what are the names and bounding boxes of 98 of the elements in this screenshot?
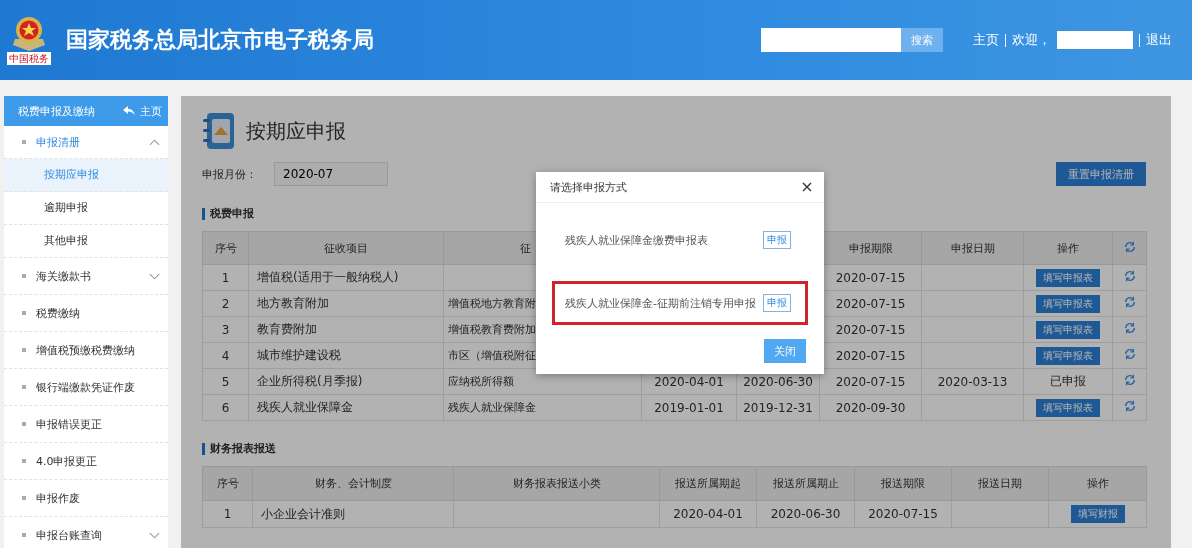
column-header: 操作 [1057, 241, 1079, 255]
home-link[interactable]: 主页 [123, 103, 162, 119]
table-cell: 4 [221, 348, 230, 363]
table-cell: 5 [221, 374, 230, 389]
table-cell: 2020-07-15 [835, 374, 906, 389]
declare-button[interactable]: 申报 [763, 231, 791, 249]
table-cell: 增值税(适用于一般纳税人) [257, 270, 399, 284]
notebook-icon [202, 111, 236, 151]
sidebar-item[interactable]: 银行端缴款凭证作废 [4, 369, 168, 406]
sidebar-item[interactable]: 海关缴款书 [4, 258, 168, 295]
table-cell: 2020-06-30 [770, 507, 841, 521]
table-cell: 2020-09-30 [835, 400, 906, 415]
refresh-icon[interactable] [1123, 270, 1136, 282]
table-cell: 2020-07-15 [835, 348, 906, 363]
table-cell: 小企业会计准则 [261, 506, 345, 521]
table-cell: 残疾人就业保障金 [448, 401, 536, 414]
chevron-down-icon [149, 531, 160, 539]
table-cell: 2020-07-15 [835, 270, 906, 285]
header-link[interactable]: 主页 [967, 31, 1005, 49]
table-cell: 增值税教育费附加 [448, 323, 536, 336]
fill-form-button[interactable]: 填写申报表 [1036, 398, 1100, 417]
option-label: 残疾人就业保障金-征期前注销专用申报 [565, 295, 756, 311]
column-header: 报送所属期起 [675, 477, 741, 490]
close-icon[interactable] [802, 182, 812, 192]
refresh-icon[interactable] [1123, 348, 1136, 360]
reset-button[interactable]: 重置申报清册 [1056, 162, 1146, 186]
column-header: 征 [520, 241, 531, 255]
refresh-icon[interactable] [1123, 322, 1136, 334]
search-button[interactable]: 搜索 [901, 28, 943, 52]
page-title: 按期应申报 [246, 117, 346, 145]
table-cell: 应纳税所得额 [448, 375, 514, 388]
table-cell: 2020-03-13 [937, 374, 1008, 389]
table-cell: 1 [221, 270, 230, 285]
table-cell: 2019-12-31 [743, 400, 813, 415]
table-cell: 2 [221, 296, 230, 311]
table-cell: 2020-04-01 [673, 507, 743, 521]
chevron-up-icon [149, 138, 160, 146]
column-header: 序号 [216, 477, 239, 490]
table-cell: 1 [223, 507, 232, 521]
table-cell: 残疾人就业保障金 [257, 400, 353, 414]
column-header: 财务、会计制度 [314, 477, 392, 490]
fill-report-button[interactable]: 填写财报 [1070, 505, 1125, 523]
site-title: 国家税务总局北京市电子税务局 [66, 26, 374, 54]
declare-button[interactable]: 申报 [763, 294, 791, 312]
month-field[interactable]: 2020-07 [274, 162, 388, 186]
chevron-down-icon [149, 272, 160, 280]
header-link[interactable]: 退出 [1140, 31, 1178, 49]
column-header: 财务报表报送小类 [512, 477, 601, 490]
header-link[interactable]: 欢迎， [1006, 31, 1057, 49]
refresh-icon[interactable] [1123, 240, 1136, 253]
status-text: 已申报 [1050, 374, 1086, 388]
column-header: 序号 [214, 241, 237, 255]
table-cell: 地方教育附加 [257, 296, 329, 310]
fill-form-button[interactable]: 填写申报表 [1036, 294, 1100, 313]
sidebar-item[interactable]: 税费缴纳 [4, 295, 168, 332]
refresh-icon[interactable] [1123, 400, 1136, 412]
column-header: 申报期限 [848, 241, 893, 255]
table-cell: 市区（增值税附征 [448, 349, 536, 362]
table-cell: 2020-07-15 [835, 296, 906, 311]
column-header: 申报日期 [950, 241, 995, 255]
sidebar-item[interactable]: 增值税预缴税费缴纳 [4, 332, 168, 369]
column-header: 报送所属期止 [772, 477, 839, 490]
table-cell: 2020-06-30 [743, 374, 813, 389]
back-arrow-icon [123, 106, 135, 116]
search-field[interactable] [761, 28, 901, 52]
sidebar-subitem[interactable]: 其他申报 [4, 225, 168, 258]
fill-form-button[interactable]: 填写申报表 [1036, 320, 1100, 339]
close-button[interactable]: 关闭 [764, 339, 806, 363]
sidebar-item[interactable]: 申报错误更正 [4, 406, 168, 443]
sidebar-subitem[interactable]: 逾期申报 [4, 192, 168, 225]
table-cell: 2020-07-15 [868, 507, 938, 521]
dialog-title: 请选择申报方式 [550, 179, 627, 195]
option-label: 残疾人就业保障金缴费申报表 [565, 232, 708, 248]
month-label: 申报月份： [202, 166, 258, 182]
refresh-icon[interactable] [1123, 296, 1136, 308]
sidebar-subitem[interactable]: 按期应申报 [4, 159, 168, 192]
column-header: 征收项目 [324, 241, 368, 255]
table-cell: 2020-04-01 [654, 374, 724, 389]
fill-form-button[interactable]: 填写申报表 [1036, 346, 1100, 365]
sidebar-item[interactable]: 申报作废 [4, 480, 168, 517]
table-cell: 教育费附加 [257, 322, 317, 336]
column-header: 操作 [1086, 477, 1109, 490]
column-header: 报送日期 [978, 477, 1022, 490]
sidebar-item[interactable]: 申报台账查询 [4, 517, 168, 548]
table-cell: 城市维护建设税 [257, 348, 341, 362]
table-cell: 2020-07-15 [835, 322, 906, 337]
table-cell: 增值税地方教育附 [448, 297, 536, 310]
table-cell: 2019-01-01 [654, 400, 724, 415]
section-title: 财务报表报送 [202, 443, 1171, 455]
logo-caption: 中国税务 [7, 52, 51, 65]
sidebar-item[interactable]: 4.0申报更正 [4, 443, 168, 480]
table-cell: 6 [221, 400, 230, 415]
column-header: 报送期限 [881, 477, 925, 490]
refresh-icon[interactable] [1123, 374, 1136, 386]
table-cell: 企业所得税(月季报) [257, 374, 363, 388]
sidebar-title: 税费申报及缴纳 [18, 103, 95, 119]
table-cell: 3 [221, 322, 230, 337]
fill-form-button[interactable]: 填写申报表 [1036, 268, 1100, 287]
